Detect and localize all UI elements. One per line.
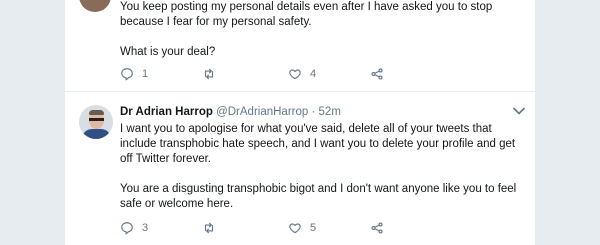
retweet-icon bbox=[204, 68, 214, 80]
tweet-paragraph: What is your deal? bbox=[120, 46, 216, 58]
like-button[interactable]: 4 bbox=[288, 66, 316, 82]
author-handle[interactable]: @DrAdrianHarrop bbox=[216, 106, 308, 118]
tweet-paragraph: You are a disgusting transphobic bigot a… bbox=[120, 183, 517, 210]
avatar[interactable] bbox=[79, 0, 111, 12]
like-count: 5 bbox=[310, 222, 317, 234]
avatar-photo-part bbox=[82, 129, 111, 139]
avatar-photo-part bbox=[89, 118, 104, 121]
avatar-photo-part bbox=[89, 110, 104, 115]
reply-button[interactable]: 1 bbox=[120, 66, 148, 82]
header-separator: · bbox=[311, 106, 316, 118]
chevron-down-icon[interactable] bbox=[513, 106, 525, 116]
share-button[interactable] bbox=[370, 66, 384, 82]
tweet-actions: 3 5 bbox=[120, 220, 420, 236]
retweet-button[interactable] bbox=[202, 66, 224, 82]
tweet-actions: 1 4 bbox=[120, 66, 420, 82]
timeline-column: You keep posting my personal details eve… bbox=[65, 0, 535, 245]
like-button[interactable]: 5 bbox=[288, 220, 316, 236]
reply-icon bbox=[121, 222, 133, 235]
avatar[interactable] bbox=[79, 105, 113, 139]
tweet-timestamp[interactable]: 52m bbox=[319, 106, 341, 118]
tweet-text: I want you to apologise for what you've … bbox=[120, 122, 520, 212]
like-count: 4 bbox=[310, 68, 317, 80]
reply-count: 3 bbox=[142, 222, 149, 234]
retweet-button[interactable] bbox=[202, 220, 224, 236]
heart-icon bbox=[289, 223, 301, 234]
share-button[interactable] bbox=[370, 220, 384, 236]
share-icon bbox=[371, 68, 383, 80]
tweet-paragraph: You keep posting my personal details eve… bbox=[120, 1, 493, 28]
reply-icon bbox=[121, 68, 133, 81]
retweet-icon bbox=[204, 222, 214, 234]
reply-count: 1 bbox=[142, 68, 149, 80]
share-icon bbox=[371, 222, 383, 234]
tweet-text: You keep posting my personal details eve… bbox=[120, 0, 520, 60]
heart-icon bbox=[289, 69, 301, 80]
tweet-paragraph: I want you to apologise for what you've … bbox=[120, 123, 516, 165]
author-name[interactable]: Dr Adrian Harrop bbox=[120, 106, 213, 118]
tweet[interactable]: Dr Adrian Harrop @DrAdrianHarrop · 52m I… bbox=[65, 92, 535, 245]
tweet[interactable]: You keep posting my personal details eve… bbox=[65, 0, 535, 90]
reply-button[interactable]: 3 bbox=[120, 220, 148, 236]
tweet-header: Dr Adrian Harrop @DrAdrianHarrop · 52m bbox=[120, 105, 520, 120]
